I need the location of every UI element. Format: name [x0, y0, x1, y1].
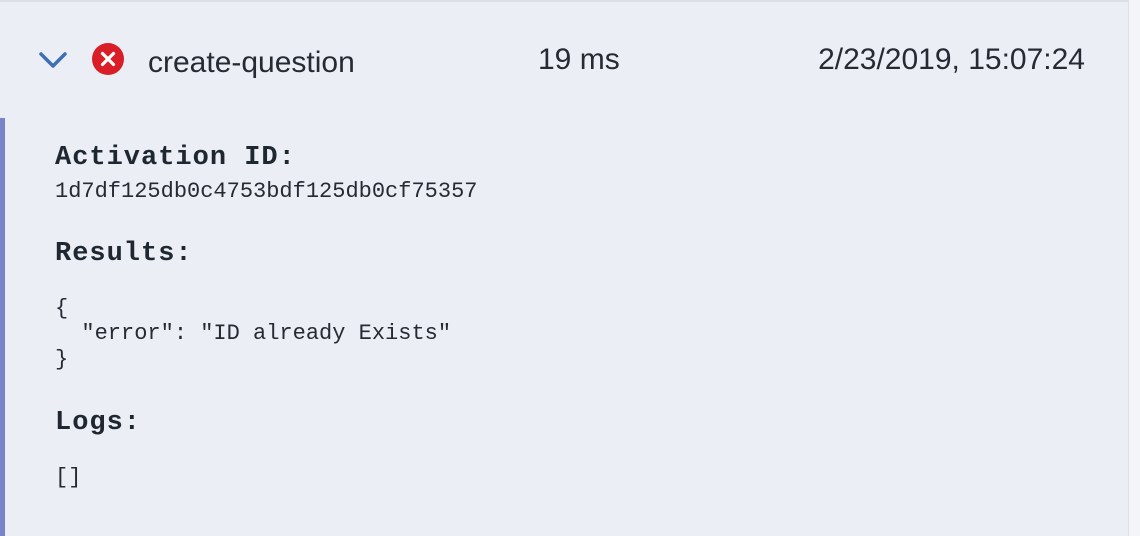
results-line-3: } — [55, 347, 69, 372]
activation-id-value: 1d7df125db0c4753bdf125db0cf75357 — [55, 179, 478, 204]
logs-value: [] — [55, 465, 82, 490]
activation-timestamp: 2/23/2019, 15:07:24 — [818, 43, 1085, 76]
scrollbar-track[interactable] — [1128, 0, 1140, 536]
activation-id-label: Activation ID: — [55, 143, 296, 173]
results-label: Results: — [55, 239, 193, 269]
activation-duration: 19 ms — [538, 43, 620, 76]
logs-label: Logs: — [55, 408, 142, 438]
action-name: create-question — [148, 46, 355, 79]
results-line-2: "error": "ID already Exists" — [55, 321, 452, 346]
error-circle-icon — [92, 43, 124, 75]
activation-panel: create-question 19 ms 2/23/2019, 15:07:2… — [0, 0, 1140, 536]
activation-header-row[interactable]: create-question 19 ms 2/23/2019, 15:07:2… — [0, 0, 1128, 118]
chevron-down-icon[interactable] — [38, 46, 68, 74]
results-line-1: { — [55, 296, 69, 321]
activation-details: Activation ID: 1d7df125db0c4753bdf125db0… — [0, 118, 1128, 536]
